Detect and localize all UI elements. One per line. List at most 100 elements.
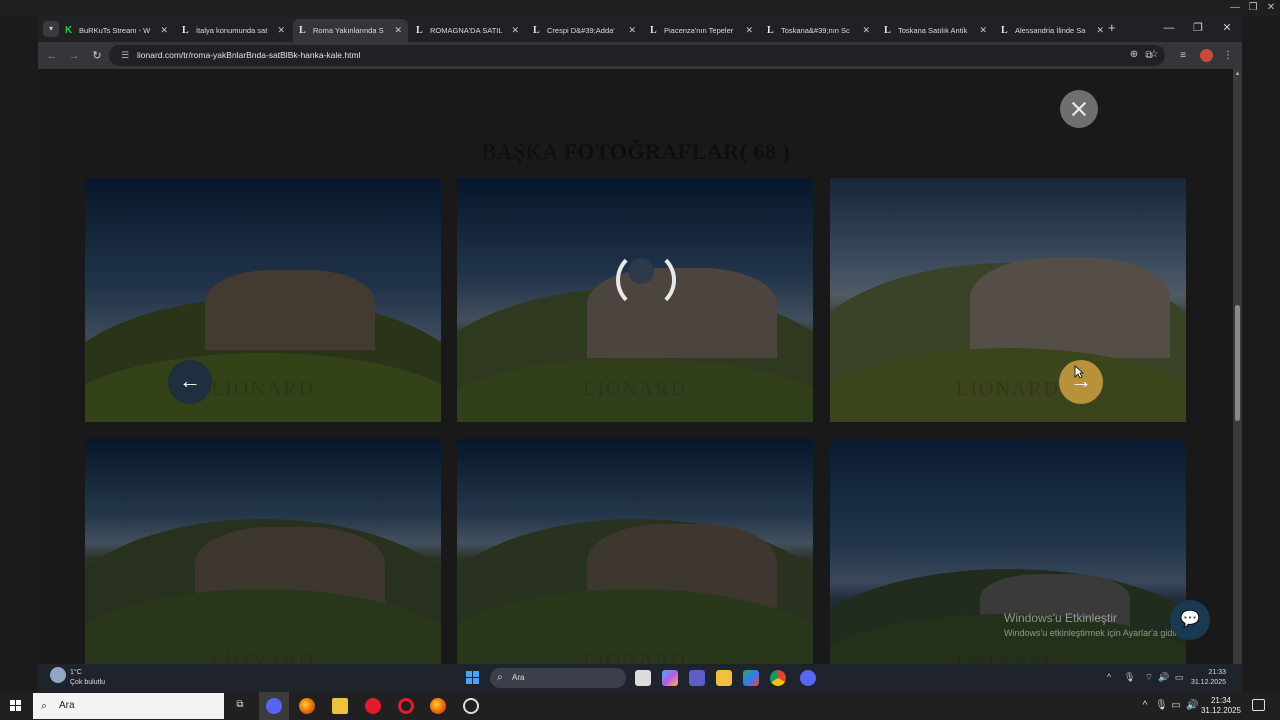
previous-photo-button[interactable]: ← bbox=[168, 360, 212, 404]
browser-tab[interactable]: L Toskana Satılık Antik ✕ bbox=[878, 19, 993, 42]
chrome-icon[interactable] bbox=[770, 670, 786, 686]
recorded-screen: ▾ K BuRKuTs Stream - W ✕ L İtalya konumunda … bbox=[38, 16, 1242, 692]
taskbar-search[interactable]: ⌕ Ara bbox=[490, 668, 626, 688]
file-explorer-icon[interactable] bbox=[716, 670, 732, 686]
tab-close-icon[interactable]: ✕ bbox=[979, 25, 987, 36]
tab-close-icon[interactable]: ✕ bbox=[511, 25, 519, 36]
new-tab-button[interactable]: + bbox=[1108, 21, 1116, 35]
search-icon: ⌕ bbox=[41, 700, 48, 712]
browser-tab[interactable]: L İtalya konumunda sat ✕ bbox=[176, 19, 291, 42]
tab-close-icon[interactable]: ✕ bbox=[277, 25, 285, 36]
copilot-icon[interactable] bbox=[662, 670, 678, 686]
outer-date: 31.12.2025 bbox=[1200, 706, 1242, 715]
gallery-photo[interactable]: LIONARD bbox=[85, 178, 441, 422]
browser-tab[interactable]: L ROMAGNA'DA SATIL ✕ bbox=[410, 19, 525, 42]
gallery-photo[interactable]: LIONARD bbox=[457, 439, 813, 692]
host-maximize-button[interactable]: ❐ bbox=[1244, 1, 1262, 15]
volume-icon[interactable]: 🔊 bbox=[1158, 672, 1169, 682]
host-minimize-button[interactable]: — bbox=[1226, 1, 1244, 15]
scroll-thumb[interactable] bbox=[1235, 305, 1240, 421]
weather-icon[interactable] bbox=[50, 667, 66, 683]
menu-icon[interactable]: ⋮ bbox=[1220, 48, 1236, 64]
tab-close-icon[interactable]: ✕ bbox=[1096, 25, 1104, 36]
scroll-up-icon[interactable]: ▲ bbox=[1234, 71, 1241, 77]
tab-favicon-icon: L bbox=[182, 24, 189, 36]
zoom-icon[interactable]: ⊕ bbox=[1127, 48, 1141, 62]
browser-tab[interactable]: L Toskana&#39;nın Sc ✕ bbox=[761, 19, 876, 42]
host-close-button[interactable]: ✕ bbox=[1262, 1, 1280, 15]
outer-search-box[interactable]: ⌕ Ara bbox=[33, 693, 224, 719]
browser-tab[interactable]: L Alessandria İlinde Sa ✕ bbox=[995, 19, 1110, 42]
media-icon[interactable]: ≡ bbox=[1175, 48, 1191, 64]
microphone-icon[interactable]: 🎙 bbox=[1124, 672, 1135, 682]
restore-button[interactable]: ❐ bbox=[1187, 21, 1209, 35]
opera-gx-icon[interactable] bbox=[398, 698, 414, 714]
tab-title: Toskana Satılık Antik bbox=[898, 26, 968, 35]
activation-subtitle: Windows'u etkinleştirmek için Ayarlar'a … bbox=[1004, 628, 1182, 638]
obs-icon[interactable] bbox=[463, 698, 479, 714]
reload-button[interactable]: ↻ bbox=[89, 48, 105, 64]
tab-close-icon[interactable]: ✕ bbox=[628, 25, 636, 36]
forward-button[interactable]: → bbox=[66, 48, 82, 64]
extensions-icon[interactable]: ⧉ bbox=[1141, 48, 1157, 64]
chat-icon[interactable]: 💬 bbox=[1170, 600, 1210, 640]
gallery-title: BAŞKA FOTOĞRAFLAR( 68 ) bbox=[38, 139, 1234, 165]
network-icon[interactable]: ▭ bbox=[1170, 700, 1182, 712]
microphone-icon[interactable]: 🎙 bbox=[1155, 700, 1168, 712]
address-bar[interactable]: ☰ lionard.com/tr/roma-yakBnlarBnda-satBl… bbox=[109, 45, 1165, 66]
minimize-button[interactable]: — bbox=[1158, 21, 1180, 35]
inner-date: 31.12.2025 bbox=[1190, 679, 1226, 686]
windows-start-icon[interactable] bbox=[10, 700, 22, 712]
start-icon[interactable] bbox=[466, 671, 480, 685]
site-info-icon[interactable]: ☰ bbox=[118, 48, 132, 62]
tray-overflow-icon[interactable]: ^ bbox=[1139, 700, 1151, 712]
browser-tab[interactable]: L Crespi D&#39;Adda' ✕ bbox=[527, 19, 642, 42]
gallery-photo[interactable]: LIONARD bbox=[85, 439, 441, 692]
close-gallery-button[interactable] bbox=[1060, 90, 1098, 128]
discord-icon[interactable] bbox=[266, 698, 282, 714]
profile-avatar[interactable] bbox=[1200, 49, 1213, 62]
firefox-icon[interactable] bbox=[299, 698, 315, 714]
back-button[interactable]: ← bbox=[44, 48, 60, 64]
host-title-strip: — ❐ ✕ bbox=[0, 0, 1280, 16]
tab-search-button[interactable]: ▾ bbox=[43, 21, 59, 37]
desktop: — ❐ ✕ ▾ K BuRKuTs Stream - W ✕ L İtalya konu… bbox=[0, 0, 1280, 720]
file-explorer-icon[interactable] bbox=[332, 698, 348, 714]
opera-icon[interactable] bbox=[365, 698, 381, 714]
notifications-icon[interactable] bbox=[1252, 699, 1265, 711]
teams-icon[interactable] bbox=[689, 670, 705, 686]
weather-condition: Çok bulutlu bbox=[70, 679, 106, 686]
photos-icon[interactable] bbox=[743, 670, 759, 686]
tab-title: İtalya konumunda sat bbox=[196, 26, 268, 35]
volume-icon[interactable]: 🔊 bbox=[1186, 700, 1198, 712]
close-window-button[interactable]: ✕ bbox=[1216, 21, 1238, 35]
browser-tab[interactable]: K BuRKuTs Stream - W ✕ bbox=[59, 19, 174, 42]
gallery-photo[interactable]: LIONARD bbox=[830, 439, 1186, 692]
battery-icon[interactable]: ▭ bbox=[1174, 672, 1184, 682]
tray-overflow-icon[interactable]: ^ bbox=[1104, 672, 1114, 682]
page-scrollbar[interactable]: ▲ ▼ bbox=[1233, 69, 1242, 692]
task-view-icon[interactable]: ⧉ bbox=[234, 699, 246, 711]
weather-widget[interactable]: 1°C Çok bulutlu bbox=[70, 668, 105, 688]
loading-spinner bbox=[616, 250, 676, 310]
outer-search-label: Ara bbox=[59, 700, 75, 711]
url-text[interactable]: lionard.com/tr/roma-yakBnlarBnda-satBlBk… bbox=[137, 45, 360, 66]
wifi-icon[interactable]: ⌔ bbox=[1144, 672, 1154, 682]
inner-clock[interactable]: 21:33 31.12.2025 bbox=[1190, 668, 1226, 688]
outer-clock[interactable]: 21:34 31.12.2025 bbox=[1198, 696, 1244, 716]
tab-close-icon[interactable]: ✕ bbox=[160, 25, 168, 36]
tab-close-icon[interactable]: ✕ bbox=[394, 25, 402, 36]
tab-close-icon[interactable]: ✕ bbox=[745, 25, 753, 36]
browser-tab[interactable]: L Roma Yakınlarında S ✕ bbox=[293, 19, 408, 42]
browser-tab[interactable]: L Piacenza'nın Tepeler ✕ bbox=[644, 19, 759, 42]
watermark: LIONARD bbox=[583, 378, 687, 400]
gallery-photo[interactable]: LIONARD bbox=[830, 178, 1186, 422]
tab-title: ROMAGNA'DA SATIL bbox=[430, 26, 503, 35]
task-view-icon[interactable] bbox=[635, 670, 651, 686]
tab-close-icon[interactable]: ✕ bbox=[862, 25, 870, 36]
taskbar-search-label: Ara bbox=[512, 673, 525, 682]
firefox-dev-icon[interactable] bbox=[430, 698, 446, 714]
discord-icon[interactable] bbox=[800, 670, 816, 686]
tab-favicon-icon: L bbox=[650, 24, 657, 36]
tab-favicon-icon: L bbox=[767, 24, 774, 36]
